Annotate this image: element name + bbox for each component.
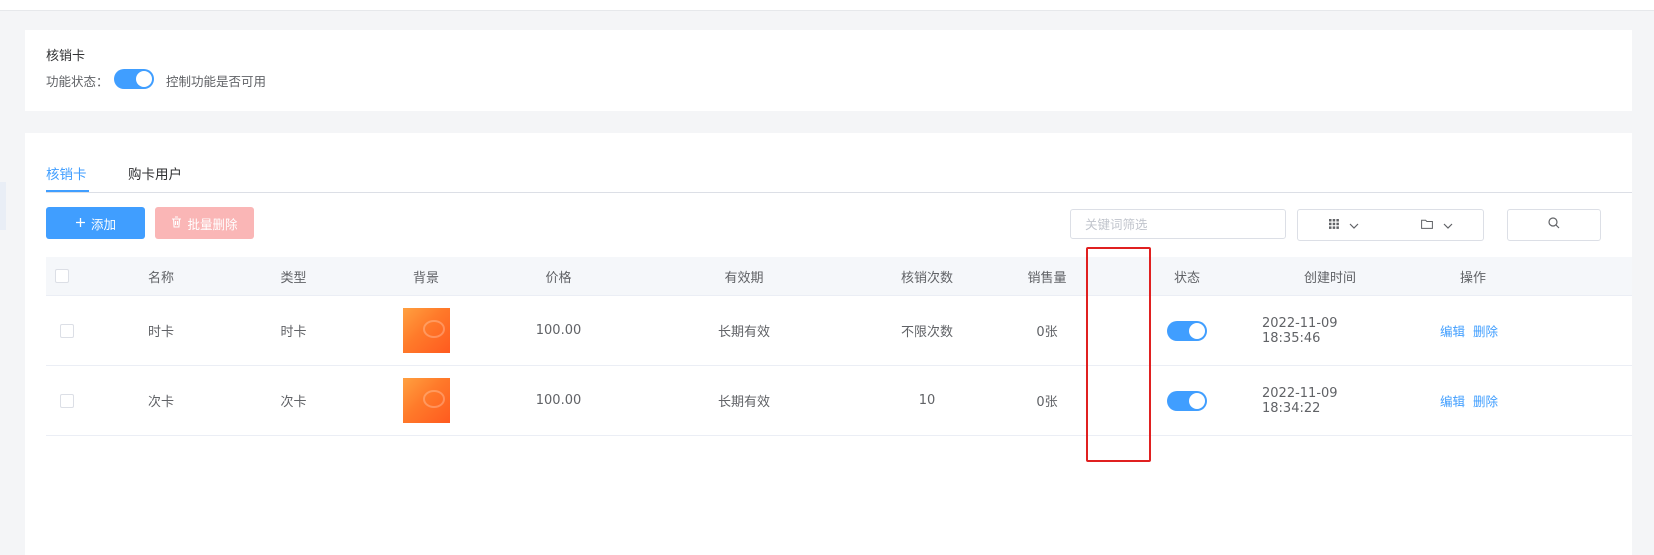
- tab-divider: [46, 192, 1632, 193]
- column-header: 创建时间: [1303, 270, 1356, 286]
- card-validity: 长期有效: [717, 395, 770, 410]
- card-background-cell: [351, 366, 501, 435]
- search-button[interactable]: [1507, 209, 1601, 241]
- card-status-switch[interactable]: [1167, 320, 1207, 341]
- column-header: 价格: [545, 270, 572, 286]
- export-dropdown[interactable]: [1390, 209, 1484, 241]
- card-list-panel: 核销卡 购卡用户 添加 批量删除 关键词筛选 名称 类型 背景 价格 有效期 核…: [25, 133, 1632, 555]
- switch-knob: [1189, 322, 1205, 339]
- card-created-time: 2022-11-09 18:35:46: [1262, 315, 1338, 346]
- add-button[interactable]: 添加: [46, 207, 145, 239]
- column-header: 名称: [147, 270, 174, 286]
- row-checkbox[interactable]: [60, 323, 74, 338]
- card-price: 100.00: [535, 393, 582, 408]
- card-background-cell: [351, 296, 501, 365]
- card-type: 时卡: [280, 325, 307, 340]
- row-select-cell: [59, 366, 75, 435]
- tab-verify-card[interactable]: 核销卡: [46, 163, 87, 183]
- status-description: 控制功能是否可用: [166, 74, 267, 89]
- card-background-image: [402, 378, 450, 423]
- grid-icon: [1329, 218, 1339, 233]
- select-all-cell: [54, 257, 70, 295]
- module-status-switch[interactable]: [114, 69, 154, 89]
- chevron-down-icon: [1349, 218, 1359, 233]
- card-uses: 不限次数: [900, 325, 953, 340]
- card-name: 次卡: [147, 395, 174, 410]
- sales-column-highlight: [1086, 247, 1151, 462]
- column-header: 核销次数: [900, 270, 953, 286]
- trash-icon: [171, 215, 182, 231]
- row-actions: 编辑 删除: [1398, 296, 1548, 365]
- card-background-image: [402, 308, 450, 353]
- module-title: 核销卡: [46, 49, 86, 64]
- card-created-time: 2022-11-09 18:34:22: [1262, 385, 1338, 416]
- column-header: 有效期: [724, 270, 764, 286]
- table-header: 名称 类型 背景 价格 有效期 核销次数 销售量 状态 创建时间 操作: [46, 257, 1632, 296]
- row-checkbox[interactable]: [60, 393, 74, 408]
- chevron-down-icon: [1443, 218, 1453, 233]
- select-all-checkbox[interactable]: [55, 269, 69, 283]
- delete-link[interactable]: 删除: [1473, 391, 1498, 410]
- edit-link[interactable]: 编辑: [1440, 391, 1465, 410]
- top-bar: [0, 0, 1654, 11]
- column-header: 操作: [1459, 270, 1486, 286]
- tab-card-buyers[interactable]: 购卡用户: [128, 163, 182, 183]
- card-type: 次卡: [280, 395, 307, 410]
- card-price: 100.00: [535, 323, 582, 338]
- column-settings-dropdown[interactable]: [1297, 209, 1391, 241]
- row-actions: 编辑 删除: [1398, 366, 1548, 435]
- add-button-label: 添加: [90, 216, 116, 232]
- table-row: 时卡 时卡 100.00 长期有效 不限次数 0张 2022-11-09 18:…: [46, 296, 1632, 366]
- tab-active-indicator: [46, 190, 89, 192]
- column-header: 背景: [412, 270, 439, 286]
- switch-knob: [136, 71, 152, 87]
- table-row: 次卡 次卡 100.00 长期有效 10 0张 2022-11-09 18:34…: [46, 366, 1632, 436]
- plus-icon: [75, 216, 86, 231]
- card-validity: 长期有效: [717, 325, 770, 340]
- search-icon: [1548, 217, 1560, 233]
- switch-knob: [1189, 392, 1205, 409]
- card-name: 时卡: [147, 325, 174, 340]
- module-settings-card: 核销卡 功能状态： 控制功能是否可用: [25, 30, 1632, 111]
- delete-link[interactable]: 删除: [1473, 321, 1498, 340]
- card-uses: 10: [918, 393, 936, 408]
- status-label: 功能状态：: [46, 74, 109, 89]
- row-select-cell: [59, 296, 75, 365]
- column-header: 类型: [280, 270, 307, 286]
- edit-link[interactable]: 编辑: [1440, 321, 1465, 340]
- batch-delete-label: 批量删除: [187, 216, 238, 232]
- keyword-filter-input[interactable]: [1070, 209, 1286, 239]
- folder-icon: [1420, 218, 1433, 233]
- sidebar-edge: [0, 182, 6, 230]
- card-status-switch[interactable]: [1167, 390, 1207, 411]
- batch-delete-button[interactable]: 批量删除: [155, 207, 254, 239]
